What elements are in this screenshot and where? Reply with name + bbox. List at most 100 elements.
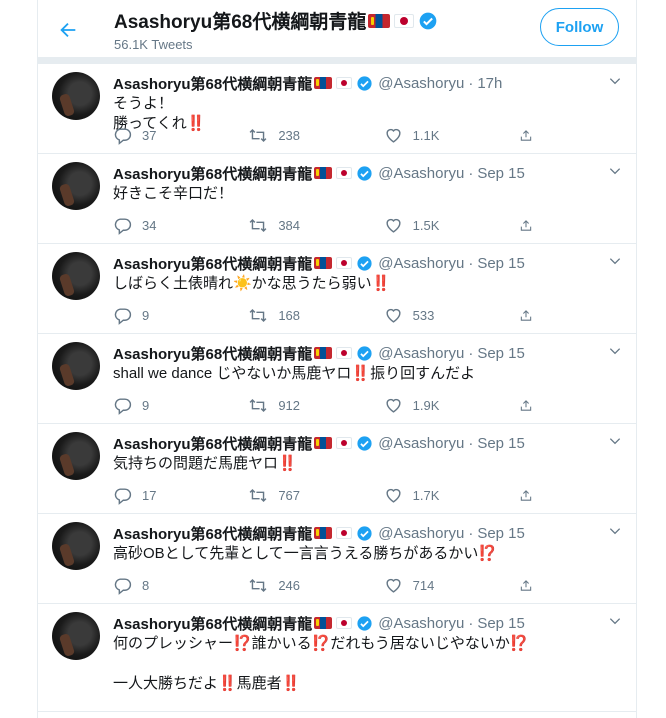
tweet-text: 好きこそ辛口だ！: [113, 185, 234, 202]
verified-icon: [356, 75, 373, 92]
tweet[interactable]: Asashoryu第68代横綱朝青龍 @Asashoryu · Sep 15 高…: [38, 514, 636, 604]
tweet-author-name[interactable]: Asashoryu第68代横綱朝青龍: [113, 253, 312, 274]
share-icon: [520, 580, 532, 591]
avatar[interactable]: [52, 612, 100, 660]
tweet-handle[interactable]: @Asashoryu: [378, 345, 464, 362]
like-button[interactable]: 1.1K: [384, 126, 484, 145]
retweet-button[interactable]: 246: [248, 576, 348, 595]
mongolia-flag-icon: [314, 257, 333, 269]
tweet[interactable]: Asashoryu第68代横綱朝青龍 @Asashoryu · Sep 15 し…: [38, 244, 636, 334]
share-button[interactable]: [519, 306, 543, 325]
share-button[interactable]: [519, 216, 543, 235]
tweet-handle[interactable]: @Asashoryu: [378, 525, 464, 542]
tweet-author-name[interactable]: Asashoryu第68代横綱朝青龍: [113, 163, 312, 184]
tweet-menu-button[interactable]: [608, 524, 622, 543]
share-button[interactable]: [519, 396, 543, 415]
tweet-header: Asashoryu第68代横綱朝青龍 @Asashoryu · Sep 15: [113, 432, 636, 454]
tweet-handle[interactable]: @Asashoryu: [378, 435, 464, 452]
tweet-actions: 34 384 1.5K: [113, 216, 543, 235]
tweet-author-name[interactable]: Asashoryu第68代横綱朝青龍: [113, 523, 312, 544]
tweet-author-name[interactable]: Asashoryu第68代横綱朝青龍: [113, 343, 312, 364]
like-button[interactable]: 1.5K: [384, 216, 484, 235]
tweet-header: Asashoryu第68代横綱朝青龍 @Asashoryu · Sep 15: [113, 522, 636, 544]
tweet[interactable]: Asashoryu第68代横綱朝青龍 @Asashoryu · Sep 15 気…: [38, 424, 636, 514]
share-button[interactable]: [519, 486, 543, 505]
like-button[interactable]: 533: [384, 306, 484, 325]
tweet-text: 高砂OBとして先輩として一言言うえる勝ちがあるかい⁉️: [113, 545, 498, 562]
share-button[interactable]: [519, 126, 543, 145]
reply-button[interactable]: 17: [113, 486, 213, 505]
tweet[interactable]: Asashoryu第68代横綱朝青龍 @Asashoryu · Sep 15 好…: [38, 154, 636, 244]
retweet-icon: [249, 488, 267, 503]
avatar[interactable]: [52, 252, 100, 300]
back-button[interactable]: [52, 14, 84, 46]
tweet[interactable]: Asashoryu第68代横綱朝青龍 @Asashoryu · Sep 15 s…: [38, 334, 636, 424]
tweet-actions: 37 238 1.1K: [113, 126, 543, 145]
tweet[interactable]: Asashoryu第68代横綱朝青龍 @Asashoryu · Sep 15 何…: [38, 604, 636, 712]
tweet-menu-button[interactable]: [608, 614, 622, 633]
retweet-button[interactable]: 168: [248, 306, 348, 325]
tweet-list: Asashoryu第68代横綱朝青龍 @Asashoryu · 17h そうよ！…: [38, 64, 636, 712]
verified-icon: [356, 615, 373, 632]
separator-dot: ·: [468, 344, 474, 362]
retweet-count: 246: [278, 578, 301, 593]
avatar[interactable]: [52, 72, 100, 120]
tweet-text: しばらく土俵晴れ☀️かな思うたら弱い‼️: [113, 275, 391, 292]
caret-down-icon: [609, 348, 621, 355]
separator-dot: ·: [468, 74, 474, 92]
like-count: 1.9K: [412, 398, 440, 413]
tweet-timestamp[interactable]: Sep 15: [477, 165, 525, 182]
separator-dot: ·: [468, 434, 474, 452]
reply-icon: [114, 398, 132, 415]
tweet-handle[interactable]: @Asashoryu: [378, 75, 464, 92]
tweet-header: Asashoryu第68代横綱朝青龍 @Asashoryu · Sep 15: [113, 612, 636, 634]
tweet-timestamp[interactable]: Sep 15: [477, 255, 525, 272]
retweet-button[interactable]: 238: [248, 126, 348, 145]
tweet-author-name[interactable]: Asashoryu第68代横綱朝青龍: [113, 73, 312, 94]
tweet-handle[interactable]: @Asashoryu: [378, 615, 464, 632]
reply-button[interactable]: 37: [113, 126, 213, 145]
tweet-menu-button[interactable]: [608, 74, 622, 93]
tweet-author-name[interactable]: Asashoryu第68代横綱朝青龍: [113, 613, 312, 634]
header-text: Asashoryu第68代横綱朝青龍 56.1K Tweets: [114, 7, 438, 52]
reply-button[interactable]: 9: [113, 306, 213, 325]
avatar[interactable]: [52, 342, 100, 390]
retweet-button[interactable]: 767: [248, 486, 348, 505]
retweet-button[interactable]: 912: [248, 396, 348, 415]
retweet-count: 912: [278, 398, 301, 413]
like-button[interactable]: 714: [384, 576, 484, 595]
tweet-handle[interactable]: @Asashoryu: [378, 165, 464, 182]
like-icon: [386, 578, 401, 593]
like-icon: [386, 218, 401, 233]
tweet-menu-button[interactable]: [608, 254, 622, 273]
share-icon: [520, 400, 532, 411]
tweet-menu-button[interactable]: [608, 434, 622, 453]
tweet-menu-button[interactable]: [608, 164, 622, 183]
retweet-button[interactable]: 384: [248, 216, 348, 235]
share-icon: [520, 490, 532, 501]
tweet-timestamp[interactable]: Sep 15: [477, 435, 525, 452]
reply-button[interactable]: 34: [113, 216, 213, 235]
tweet-menu-button[interactable]: [608, 344, 622, 363]
tweet-handle[interactable]: @Asashoryu: [378, 255, 464, 272]
follow-button[interactable]: Follow: [540, 8, 619, 46]
reply-icon: [114, 218, 132, 235]
tweet-timestamp[interactable]: Sep 15: [477, 615, 525, 632]
retweet-count: 767: [278, 488, 301, 503]
avatar[interactable]: [52, 522, 100, 570]
tweet-author-name[interactable]: Asashoryu第68代横綱朝青龍: [113, 433, 312, 454]
like-icon: [386, 128, 401, 143]
tweet-timestamp[interactable]: Sep 15: [477, 525, 525, 542]
reply-button[interactable]: 8: [113, 576, 213, 595]
share-button[interactable]: [519, 576, 543, 595]
like-button[interactable]: 1.7K: [384, 486, 484, 505]
reply-button[interactable]: 9: [113, 396, 213, 415]
tweet-timestamp[interactable]: 17h: [477, 75, 502, 92]
tweet-timestamp[interactable]: Sep 15: [477, 345, 525, 362]
avatar[interactable]: [52, 432, 100, 480]
like-button[interactable]: 1.9K: [384, 396, 484, 415]
mongolia-flag-icon: [314, 437, 333, 449]
tweet[interactable]: Asashoryu第68代横綱朝青龍 @Asashoryu · 17h そうよ！…: [38, 64, 636, 154]
avatar[interactable]: [52, 162, 100, 210]
mongolia-flag-icon: [314, 617, 333, 629]
